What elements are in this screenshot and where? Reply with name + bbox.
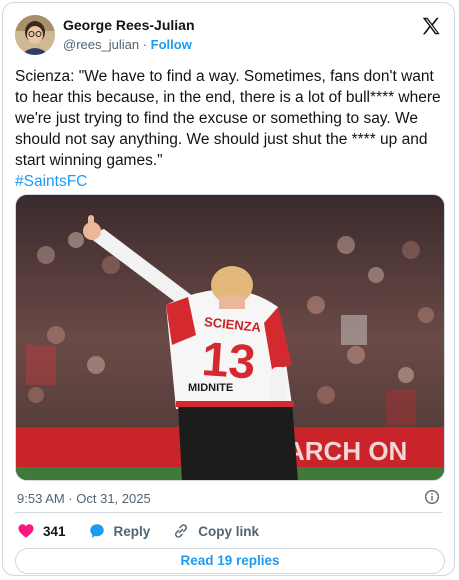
author-handle[interactable]: @rees_julian xyxy=(63,37,139,52)
copy-link-button[interactable]: Copy link xyxy=(172,522,259,540)
tweet-body: Scienza: "We have to find a way. Sometim… xyxy=(15,68,445,169)
avatar[interactable] xyxy=(15,15,55,55)
reply-button[interactable]: Reply xyxy=(88,522,151,540)
advert-board-text: ARCH ON xyxy=(286,436,407,466)
link-icon xyxy=(175,524,188,538)
reply-bubble-icon xyxy=(89,524,104,538)
hashtag-link[interactable]: #SaintsFC xyxy=(15,173,87,190)
like-count: 341 xyxy=(43,523,66,539)
tweet-media-image[interactable]: ARCH ON SCIENZA 13 MIDNITE xyxy=(15,194,445,481)
tweet-card: George Rees-Julian @rees_julian · Follow… xyxy=(2,2,455,576)
x-logo-icon[interactable] xyxy=(420,15,442,37)
divider xyxy=(15,512,442,513)
follow-button[interactable]: Follow xyxy=(151,37,192,52)
reply-label: Reply xyxy=(113,523,151,539)
tweet-text: Scienza: "We have to find a way. Sometim… xyxy=(15,66,443,192)
heart-icon xyxy=(18,524,34,538)
shirt-sponsor: MIDNITE xyxy=(188,382,233,394)
author-handle-line: @rees_julian · Follow xyxy=(63,37,192,52)
tweet-timestamp[interactable]: 9:53 AM · Oct 31, 2025 xyxy=(17,491,151,506)
handle-separator: · xyxy=(142,37,148,52)
read-replies-button[interactable]: Read 19 replies xyxy=(15,548,445,574)
action-bar: 341 Reply Copy link xyxy=(17,522,281,540)
copy-link-label: Copy link xyxy=(198,523,260,539)
info-icon[interactable] xyxy=(424,489,440,505)
like-button[interactable]: 341 xyxy=(17,522,66,540)
author-name[interactable]: George Rees-Julian xyxy=(63,17,195,33)
